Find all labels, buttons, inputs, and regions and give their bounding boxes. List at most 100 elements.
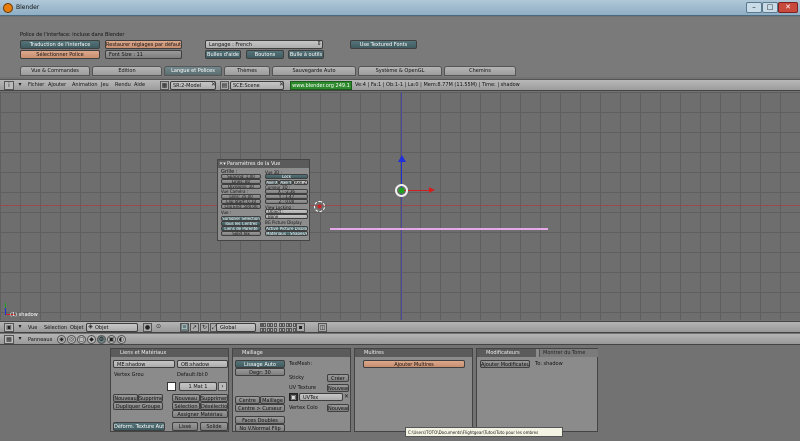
tab-5[interactable]: Système & OpenGL [358,66,442,76]
menu-3[interactable]: Jeu [101,80,109,90]
tab-2[interactable]: Langue et Polices [164,66,222,76]
material-index-field[interactable]: 1 Mat 1 [179,382,217,391]
manip-center-icon[interactable] [395,184,408,197]
manip-toggle-icon[interactable]: ☐ [180,323,189,332]
uv-texture-name[interactable]: UVTex [299,393,343,401]
shading-icon[interactable]: ● [143,323,152,332]
manip-z-arrow-icon[interactable] [398,155,406,162]
blender-url[interactable]: www.blender.org 249.1 [290,81,352,90]
buttons-editor-icon[interactable]: ▦ [4,335,14,344]
modifiers-tab[interactable]: Modificateurs [486,350,520,356]
buttons-collapse-icon[interactable]: ▾ [16,335,24,344]
scene-select[interactable]: SCE:Scene [230,81,284,90]
context-icon[interactable]: ◎ [67,335,76,344]
vgroup-new-button[interactable]: Nouveau [113,394,138,402]
sticky-create-button[interactable]: Créer [327,374,349,382]
set-smooth-button[interactable]: Lissé [172,422,198,431]
assign-material-button[interactable]: Assigner Matériau [172,410,228,418]
uv-active-icon[interactable]: ▣ [289,393,298,401]
view3d-editor-icon[interactable]: ▣ [4,323,14,332]
material-next-icon[interactable]: › [218,382,227,391]
shadow-plane-edge[interactable] [330,228,548,230]
context-icon[interactable]: ⚙ [97,335,106,344]
panels-menu[interactable]: Panneaux [28,337,52,344]
screen-close-icon[interactable]: ✕ [210,81,217,90]
orientation-select[interactable]: Global [216,323,256,332]
autosmooth-degree-field[interactable]: Degr: 30 [235,368,285,376]
add-modifier-button[interactable]: Ajouter Modificateur [480,360,530,368]
textured-fonts-toggle[interactable]: Use Textured Fonts [350,40,417,49]
close-button[interactable]: ✕ [778,2,798,13]
uv-delete-icon[interactable]: ✕ [343,393,350,401]
restore-defaults-button[interactable]: Restaurer réglages par défaut [105,40,182,49]
maximize-button[interactable]: □ [762,2,778,13]
manip-x-arrow-icon[interactable] [429,187,435,193]
center-cursor-button[interactable]: Centre > Curseur [235,404,285,412]
transparent-materials-toggle[interactable]: Matériaux : Shapes/key [265,231,308,236]
3d-cursor-icon[interactable] [314,201,325,212]
language-select[interactable]: Langage : French [205,40,323,49]
render-icon[interactable]: ◫ [318,323,327,332]
shapes-tab[interactable]: Montrer du Tome [539,349,598,357]
vcol-new-button[interactable]: Nouveau [327,404,349,412]
autosmooth-toggle[interactable]: Lissage Auto [235,360,285,368]
translate-interface-button[interactable]: Traduction de l'interface [20,40,100,49]
vgroup-delete-button[interactable]: Supprimer [138,394,163,402]
center-button[interactable]: Centre [235,396,260,404]
menu-0[interactable]: Fichier [28,80,44,90]
tab-3[interactable]: Thèmes [224,66,270,76]
manip-rotate-icon[interactable]: ↻ [200,323,209,332]
set-solid-button[interactable]: Solide [200,422,228,431]
buttons-toggle[interactable]: Boutons [246,50,284,59]
collapse-arrow-icon[interactable]: ▾ [16,81,24,90]
pivot-icon[interactable]: ⊙ [154,323,163,332]
tooltips-toggle[interactable]: Bulles d'aide [205,50,241,59]
color-swatch[interactable] [167,382,176,391]
tab-1[interactable]: Edition [92,66,162,76]
axis-z-button[interactable]: Axe Z [293,180,308,185]
layer-button[interactable] [273,327,277,332]
context-icon[interactable]: ◆ [87,335,96,344]
material-select-button[interactable]: Sélection [172,402,200,410]
select-menu[interactable]: Sélection [44,325,67,332]
add-multires-button[interactable]: Ajouter Multires [363,360,465,368]
uv-new-button[interactable]: Nouveau [327,384,349,392]
copy-group-button[interactable]: Dupliquer Groupe [113,402,163,410]
manipulator-widget[interactable] [394,155,438,199]
manip-translate-icon[interactable]: ↗ [190,323,199,332]
modifiers-header[interactable]: Modificateurs [477,349,536,357]
font-size-field[interactable]: Font Size : 11 [105,50,182,59]
center-new-button[interactable]: Maillage [260,396,285,404]
menu-4[interactable]: Rendu [115,80,131,90]
menu-5[interactable]: Aide [134,80,145,90]
material-delete-button[interactable]: Supprimer [200,394,228,402]
links-materials-header[interactable]: Liens et Matériaux [111,349,228,357]
select-font-button[interactable]: Sélectionner Police [20,50,100,59]
menu-2[interactable]: Animation [72,80,98,90]
material-new-button[interactable]: Nouveau [172,394,200,402]
scene-close-icon[interactable]: ✕ [278,81,285,90]
auto-texspace-toggle[interactable]: Déform. Texture Auto [113,422,165,431]
minimize-button[interactable]: – [746,2,762,13]
panel-close-icon[interactable]: ✕▾ [219,160,226,168]
view3d-collapse-icon[interactable]: ▾ [16,323,24,332]
multires-header[interactable]: Multires [355,349,472,357]
lock-toggle[interactable]: Lock [265,174,308,179]
menu-1[interactable]: Ajouter [48,80,66,90]
tab-0[interactable]: Vue & Commandes [20,66,90,76]
no-vnormal-flip-toggle[interactable]: No V.Normal Flip [235,424,285,432]
context-icon[interactable]: ▢ [77,335,86,344]
tab-4[interactable]: Sauvegarde Auto [272,66,356,76]
solid-tex-toggle[interactable]: Solid Tex [221,231,261,236]
editor-type-icon[interactable]: i [4,81,14,90]
double-sided-toggle[interactable]: Faces Doubles [235,416,285,424]
view-menu[interactable]: Vue [28,325,37,332]
view-properties-header[interactable]: Paramètres de la Vue [218,160,309,168]
context-icon[interactable]: ▣ [107,335,116,344]
layer-button[interactable] [273,323,277,327]
object-name-field[interactable]: OB:shadow [177,360,228,368]
object-menu[interactable]: Objet [70,325,84,332]
viewport-3d[interactable] [0,92,800,320]
lock-layers-icon[interactable]: ▪ [296,323,305,332]
material-deselect-button[interactable]: Désélection [200,402,228,410]
